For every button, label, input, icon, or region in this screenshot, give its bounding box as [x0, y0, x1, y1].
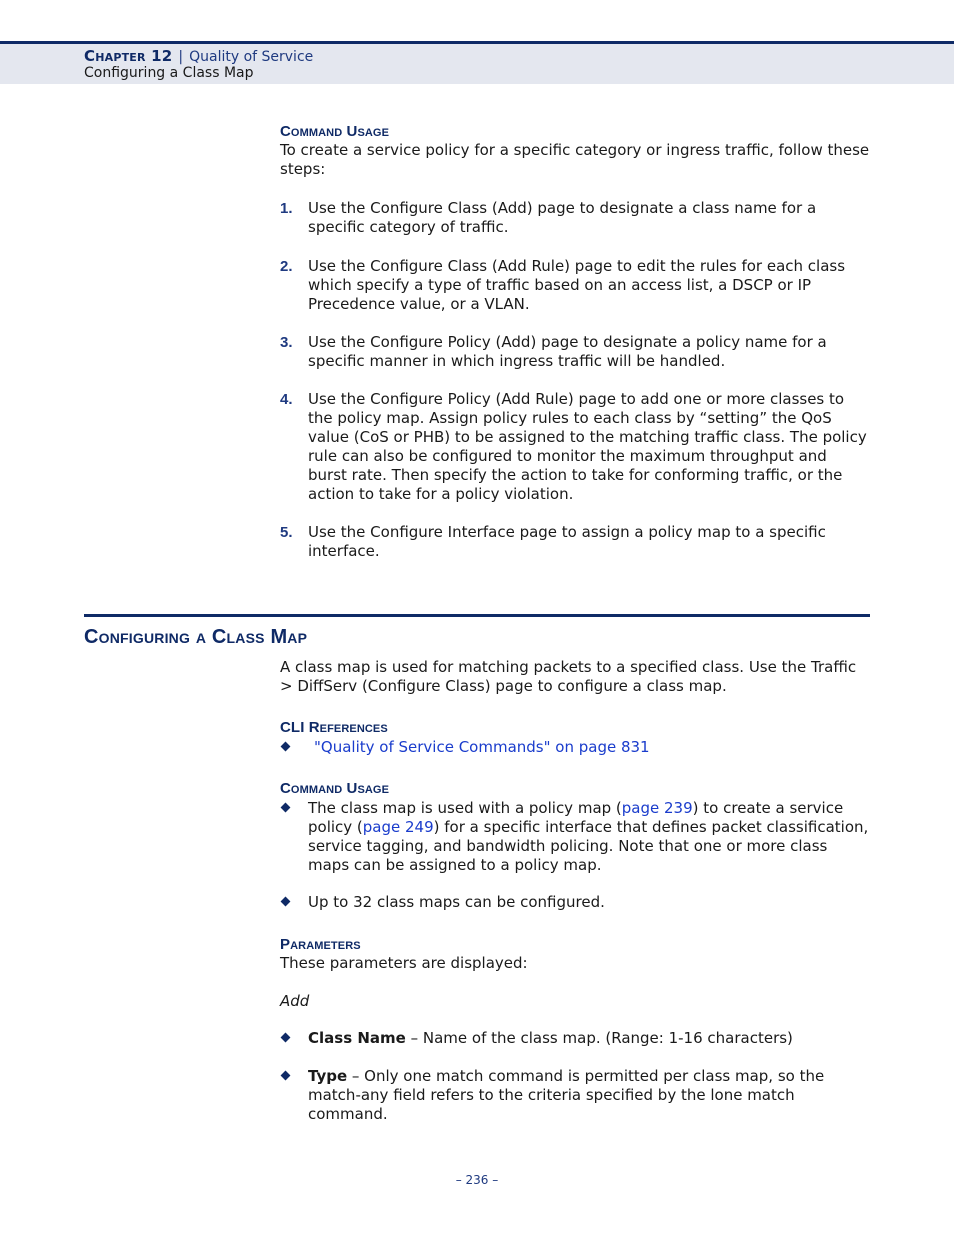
cli-reference-item: "Quality of Service Commands" on page 83…: [280, 738, 870, 757]
step-text: Use the Configure Policy (Add) page to d…: [308, 333, 827, 370]
step-text: Use the Configure Class (Add Rule) page …: [308, 257, 846, 313]
step-item: 5. Use the Configure Interface page to a…: [280, 523, 870, 561]
header-section: Configuring a Class Map: [84, 65, 254, 81]
parameter-item: Class Name – Name of the class map. (Ran…: [280, 1029, 870, 1048]
step-number: 5.: [280, 524, 293, 541]
chapter-title: Quality of Service: [189, 49, 314, 65]
chapter-label: Chapter 12: [84, 47, 173, 65]
step-item: 4. Use the Configure Policy (Add Rule) p…: [280, 390, 870, 504]
step-item: 3. Use the Configure Policy (Add) page t…: [280, 333, 870, 371]
running-header: Chapter 12 | Quality of Service Configurin…: [0, 41, 954, 84]
text-fragment: The class map is used with a policy map …: [308, 799, 622, 817]
usage-bullet-text: Up to 32 class maps can be configured.: [308, 893, 605, 911]
diamond-bullet-icon: [280, 802, 291, 813]
cli-references-heading: CLI References: [280, 719, 388, 736]
parameter-item: Type – Only one match command is permitt…: [280, 1067, 870, 1124]
step-item: 2. Use the Configure Class (Add Rule) pa…: [280, 257, 870, 314]
section-divider: [84, 614, 870, 617]
section-title: Configuring a Class Map: [84, 626, 308, 648]
step-number: 4.: [280, 391, 293, 408]
parameter-description: – Only one match command is permitted pe…: [308, 1067, 825, 1123]
intro-text: To create a service policy for a specifi…: [280, 141, 870, 178]
parameter-name: Class Name: [308, 1029, 406, 1047]
diamond-bullet-icon: [280, 1032, 291, 1043]
section-description: A class map is used for matching packets…: [280, 658, 870, 696]
step-item: 1. Use the Configure Class (Add) page to…: [280, 199, 870, 237]
intro-block: Command Usage To create a service policy…: [280, 123, 870, 179]
usage-bullet: Up to 32 class maps can be configured.: [280, 893, 870, 912]
page-239-link[interactable]: page 239: [622, 799, 693, 817]
usage-bullet: The class map is used with a policy map …: [280, 799, 870, 875]
cli-reference-link[interactable]: "Quality of Service Commands" on page 83…: [314, 738, 650, 756]
diamond-bullet-icon: [280, 896, 291, 907]
command-usage-heading: Command Usage: [280, 123, 390, 140]
header-separator: |: [178, 49, 184, 65]
parameter-description: – Name of the class map. (Range: 1-16 ch…: [405, 1029, 793, 1047]
parameter-name: Type: [308, 1067, 348, 1085]
step-number: 2.: [280, 258, 293, 275]
step-text: Use the Configure Interface page to assi…: [308, 523, 826, 560]
parameters-heading: Parameters: [280, 936, 361, 953]
diamond-bullet-icon: [280, 1070, 291, 1081]
description-text: A class map is used for matching packets…: [280, 658, 857, 695]
command-usage-heading: Command Usage: [280, 780, 390, 797]
step-number: 1.: [280, 200, 293, 217]
diamond-bullet-icon: [280, 741, 291, 752]
header-chapter-line: Chapter 12 | Quality of Service: [84, 47, 313, 65]
page-249-link[interactable]: page 249: [363, 818, 434, 836]
step-number: 3.: [280, 334, 293, 351]
step-text: Use the Configure Class (Add) page to de…: [308, 199, 817, 236]
parameters-block: Parameters These parameters are displaye…: [280, 936, 870, 973]
parameters-subheading: Add: [280, 992, 310, 1010]
page-number: – 236 –: [455, 1173, 499, 1187]
step-text: Use the Configure Policy (Add Rule) page…: [308, 390, 867, 503]
usage-heading-block: Command Usage: [280, 780, 870, 798]
usage-bullet-text: The class map is used with a policy map …: [308, 799, 870, 875]
parameters-text: These parameters are displayed:: [280, 954, 528, 972]
cli-references-heading-block: CLI References: [280, 719, 870, 737]
